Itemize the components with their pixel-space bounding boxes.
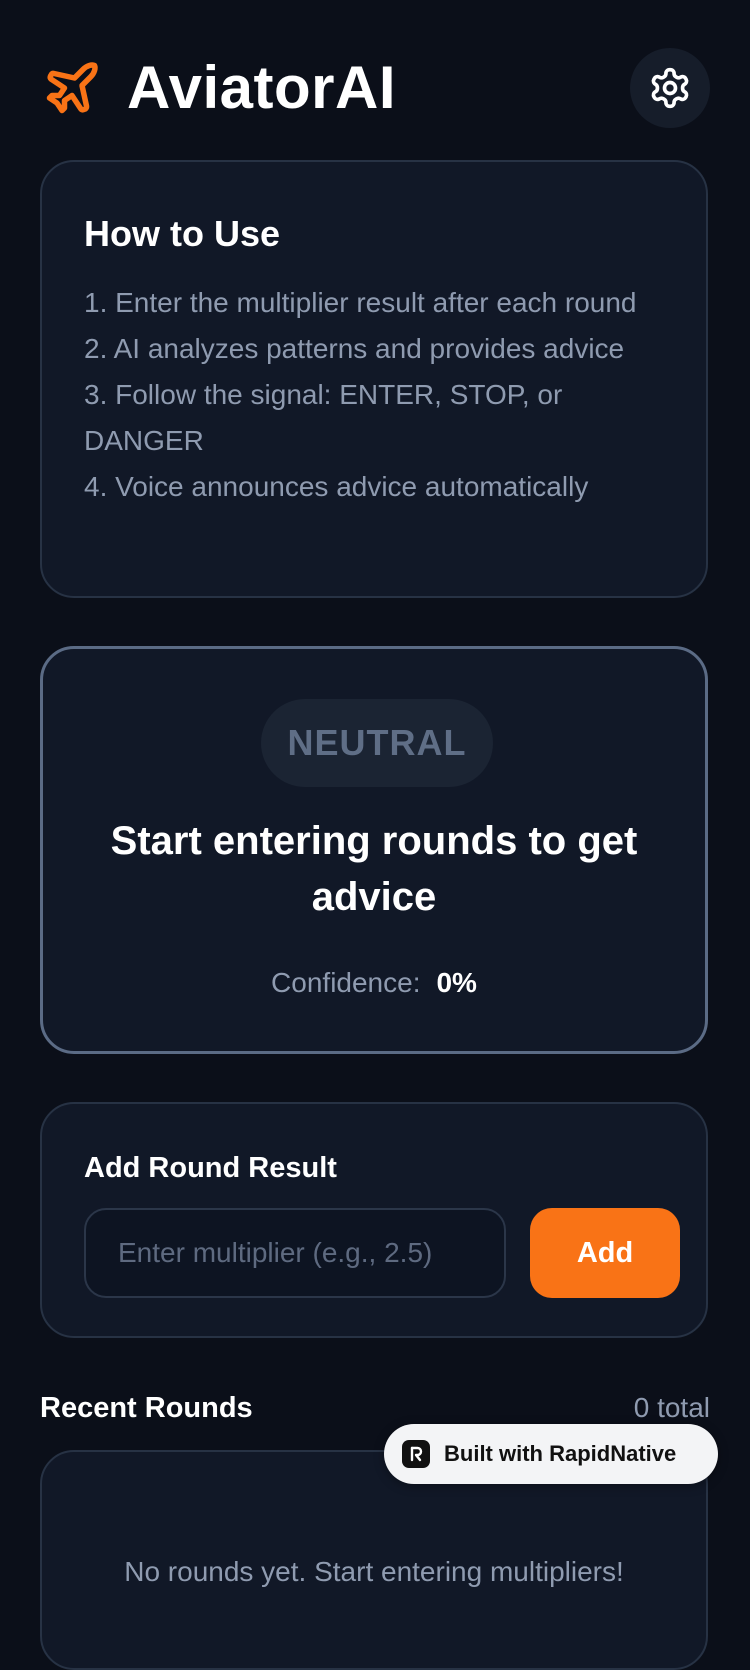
add-button[interactable]: Add [530,1208,680,1298]
multiplier-input[interactable] [84,1208,506,1298]
signal-message: Start entering rounds to get advice [110,819,638,919]
add-round-title: Add Round Result [84,1152,337,1184]
how-to-use-card: How to Use 1. Enter the multiplier resul… [40,160,708,598]
confidence-label: Confidence: [271,967,421,998]
how-to-use-step: 2. AI analyzes patterns and provides adv… [84,333,625,364]
confidence-value: 0% [436,967,477,998]
built-with-rapidnative-label: Built with RapidNative [444,1441,677,1466]
app-title: AviatorAI [127,54,396,121]
empty-rounds-message: No rounds yet. Start entering multiplier… [124,1556,624,1587]
built-with-rapidnative-badge[interactable]: Built with RapidNative [384,1424,718,1484]
recent-rounds-count: 0 total [633,1392,710,1423]
how-to-use-steps: 1. Enter the multiplier result after eac… [84,280,684,510]
airplane-icon [42,58,102,118]
rapidnative-logo-icon [402,1440,430,1468]
settings-button[interactable] [630,48,710,128]
how-to-use-step: 3. Follow the signal: ENTER, STOP, or DA… [84,379,563,456]
gear-icon [648,66,692,110]
app-header: AviatorAI [0,0,750,160]
how-to-use-title: How to Use [84,213,281,254]
confidence-row: Confidence: 0% [43,963,705,1003]
how-to-use-step: 4. Voice announces advice automatically [84,471,589,502]
signal-card: NEUTRAL Start entering rounds to get adv… [40,646,708,1054]
how-to-use-step: 1. Enter the multiplier result after eac… [84,287,637,318]
signal-status-badge: NEUTRAL [261,699,493,787]
recent-rounds-title: Recent Rounds [40,1392,253,1424]
add-round-card: Add Round Result Add [40,1102,708,1338]
